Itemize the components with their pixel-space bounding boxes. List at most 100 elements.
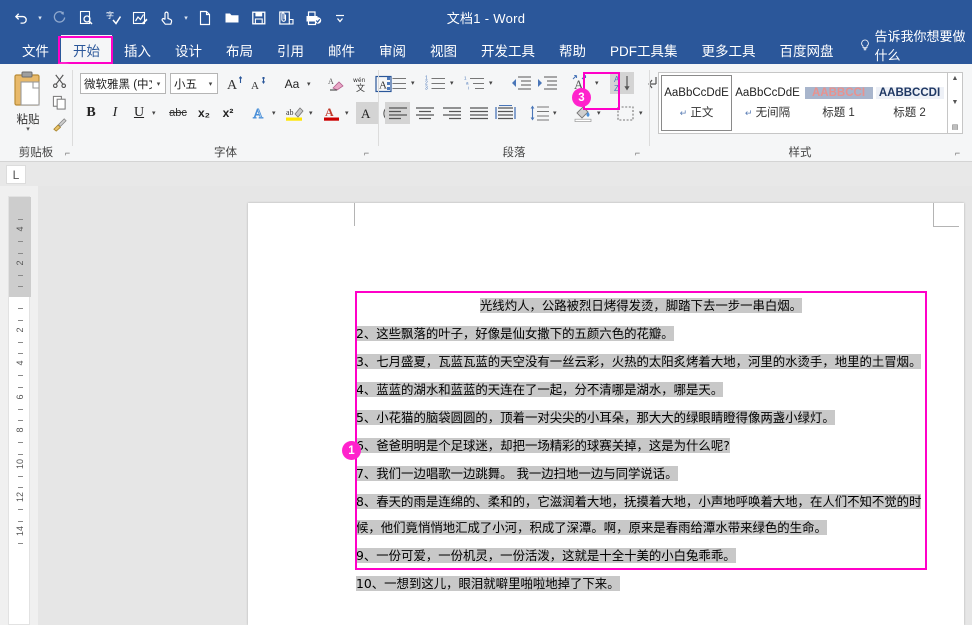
styles-dialog-launcher[interactable]: ⌐ xyxy=(952,148,963,159)
format-painter-button[interactable] xyxy=(48,114,70,135)
style-item-2[interactable]: AABBCCI 标题 1 xyxy=(803,75,874,131)
undo-dropdown-icon[interactable]: ▾ xyxy=(35,5,45,31)
horizontal-ruler[interactable]: 8642246810121416182022242628303234363840… xyxy=(0,162,972,186)
chinese-layout-dropdown-icon[interactable]: ▾ xyxy=(595,79,599,87)
clipboard-dialog-launcher[interactable]: ⌐ xyxy=(62,148,73,159)
document-paragraph-0[interactable]: 光线灼人，公路被烈日烤得发烫，脚踏下去一步一串白烟。 xyxy=(356,293,926,319)
multilevel-dropdown-icon[interactable]: ▾ xyxy=(489,79,493,87)
font-size-dropdown-icon[interactable]: ▾ xyxy=(204,80,217,88)
highlight-dropdown-icon[interactable]: ▾ xyxy=(309,109,313,117)
text-effects-dropdown-icon[interactable]: ▾ xyxy=(272,109,276,117)
font-name-dropdown-icon[interactable]: ▾ xyxy=(152,80,165,88)
bullets-button[interactable] xyxy=(385,72,409,94)
justify-button[interactable] xyxy=(466,102,491,124)
font-color-button[interactable]: A xyxy=(320,102,343,124)
document-paragraph-8[interactable]: 9、一份可爱，一份机灵，一份活泼，这就是十全十美的小白兔乖乖。 xyxy=(356,543,926,569)
styles-gallery[interactable]: AaBbCcDdE↵ 正文AaBbCcDdE↵ 无间隔AABBCCI 标题 1A… xyxy=(658,72,948,134)
vertical-ruler[interactable]: 422468101214 xyxy=(8,196,30,625)
document-paragraph-3[interactable]: 4、蓝蓝的湖水和蓝蓝的天连在了一起，分不清哪是湖水，哪是天。 xyxy=(356,377,926,403)
touch-mode-dropdown-icon[interactable]: ▾ xyxy=(181,5,191,31)
document-paragraph-9[interactable]: 10、一想到这儿，眼泪就噼里啪啦地掉了下来。 xyxy=(356,571,926,597)
font-name-combo[interactable]: 微软雅黑 (中文 ▾ xyxy=(80,73,166,94)
document-paragraph-5[interactable]: 6、爸爸明明是个足球迷，却把一场精彩的球赛关掉，这是为什么呢? xyxy=(356,433,926,459)
undo-icon[interactable] xyxy=(8,5,34,31)
touch-mode-icon[interactable] xyxy=(154,5,180,31)
align-left-button[interactable] xyxy=(385,102,410,124)
open-icon[interactable] xyxy=(219,5,245,31)
ribbon-tab-12[interactable]: 更多工具 xyxy=(690,35,768,64)
ribbon-tab-13[interactable]: 百度网盘 xyxy=(768,35,846,64)
save-icon[interactable] xyxy=(246,5,272,31)
gallery-scroll-up-icon[interactable]: ▲ xyxy=(952,75,959,82)
text-effects-button[interactable]: A xyxy=(248,102,270,124)
ribbon-tab-1[interactable]: 开始 xyxy=(61,35,112,64)
align-center-button[interactable] xyxy=(412,102,437,124)
clear-formatting-button[interactable]: A xyxy=(326,73,349,94)
gallery-scroll-down-icon[interactable]: ▼ xyxy=(952,99,959,106)
character-shading-button[interactable]: A xyxy=(356,102,378,124)
new-document-icon[interactable] xyxy=(192,5,218,31)
decrease-indent-button[interactable] xyxy=(509,72,533,94)
paste-button[interactable]: 粘贴 ▾ xyxy=(6,70,50,136)
superscript-button[interactable]: x² xyxy=(217,102,239,124)
style-item-3[interactable]: AABBCCDI 标题 2 xyxy=(874,75,945,131)
copy-button[interactable] xyxy=(48,92,70,113)
style-item-1[interactable]: AaBbCcDdE↵ 无间隔 xyxy=(732,75,803,131)
sort-button[interactable]: AZ xyxy=(610,72,634,94)
ribbon-tab-9[interactable]: 开发工具 xyxy=(469,35,547,64)
underline-dropdown-icon[interactable]: ▾ xyxy=(152,109,156,117)
ribbon-tab-8[interactable]: 视图 xyxy=(418,35,469,64)
ribbon-tab-11[interactable]: PDF工具集 xyxy=(598,35,690,64)
document-page[interactable]: 光线灼人，公路被烈日烤得发烫，脚踏下去一步一串白烟。2、这些飘落的叶子，好像是仙… xyxy=(248,203,964,625)
ribbon-tab-5[interactable]: 引用 xyxy=(265,35,316,64)
document-paragraph-4[interactable]: 5、小花猫的脑袋圆圆的，顶着一对尖尖的小耳朵，那大大的绿眼睛瞪得像两盏小绿灯。 xyxy=(356,405,926,431)
text-highlight-button[interactable]: ab xyxy=(283,102,307,124)
borders-button[interactable] xyxy=(613,102,637,124)
strikethrough-button[interactable]: abc xyxy=(165,102,191,124)
numbering-button[interactable]: 123 xyxy=(424,72,448,94)
tab-stop-selector[interactable]: L xyxy=(6,165,26,184)
document-text-body[interactable]: 光线灼人，公路被烈日烤得发烫，脚踏下去一步一串白烟。2、这些飘落的叶子，好像是仙… xyxy=(356,293,926,599)
paragraph-dialog-launcher[interactable]: ⌐ xyxy=(632,148,643,159)
change-case-button[interactable]: Aa xyxy=(277,73,307,94)
ribbon-tab-3[interactable]: 设计 xyxy=(163,35,214,64)
bold-button[interactable]: B xyxy=(80,102,102,124)
font-dialog-launcher[interactable]: ⌐ xyxy=(361,148,372,159)
style-item-0[interactable]: AaBbCcDdE↵ 正文 xyxy=(661,75,732,131)
print-preview-icon[interactable] xyxy=(73,5,99,31)
customize-qat-icon[interactable] xyxy=(327,5,353,31)
cut-button[interactable] xyxy=(48,70,70,91)
font-color-dropdown-icon[interactable]: ▾ xyxy=(345,109,349,117)
ribbon-tab-4[interactable]: 布局 xyxy=(214,35,265,64)
ribbon-tab-2[interactable]: 插入 xyxy=(112,35,163,64)
multilevel-list-button[interactable]: 1ai xyxy=(463,72,487,94)
line-spacing-button[interactable] xyxy=(527,102,551,124)
phonetic-guide-button[interactable]: wén文 xyxy=(349,73,372,94)
ribbon-tab-0[interactable]: 文件 xyxy=(10,35,61,64)
subscript-button[interactable]: x₂ xyxy=(193,102,215,124)
increase-indent-button[interactable] xyxy=(535,72,559,94)
underline-button[interactable]: U xyxy=(128,102,150,124)
grow-font-button[interactable]: A xyxy=(223,73,246,94)
edit-chart-icon[interactable] xyxy=(127,5,153,31)
paste-dropdown-icon[interactable]: ▾ xyxy=(26,127,30,133)
quick-print-icon[interactable] xyxy=(300,5,326,31)
numbering-dropdown-icon[interactable]: ▾ xyxy=(450,79,454,87)
ribbon-tab-7[interactable]: 审阅 xyxy=(367,35,418,64)
styles-gallery-scroll[interactable]: ▲ ▼ ▤ xyxy=(948,72,963,134)
attachment-icon[interactable] xyxy=(273,5,299,31)
change-case-dropdown-icon[interactable]: ▾ xyxy=(307,80,311,88)
ribbon-tab-10[interactable]: 帮助 xyxy=(547,35,598,64)
align-right-button[interactable] xyxy=(439,102,464,124)
spellcheck-icon[interactable]: 字 xyxy=(100,5,126,31)
shrink-font-button[interactable]: A xyxy=(246,73,269,94)
borders-dropdown-icon[interactable]: ▾ xyxy=(639,109,643,117)
italic-button[interactable]: I xyxy=(104,102,126,124)
document-paragraph-7[interactable]: 8、春天的雨是连绵的、柔和的，它滋润着大地，抚摸着大地，小声地呼唤着大地，在人们… xyxy=(356,489,926,541)
document-paragraph-6[interactable]: 7、我们一边唱歌一边跳舞。 我一边扫地一边与同学说话。 xyxy=(356,461,926,487)
gallery-expand-icon[interactable]: ▤ xyxy=(952,123,959,131)
line-spacing-dropdown-icon[interactable]: ▾ xyxy=(553,109,557,117)
font-size-combo[interactable]: 小五 ▾ xyxy=(170,73,218,94)
distribute-button[interactable] xyxy=(493,102,518,124)
tell-me-box[interactable]: 告诉我你想要做什么 xyxy=(860,26,972,64)
